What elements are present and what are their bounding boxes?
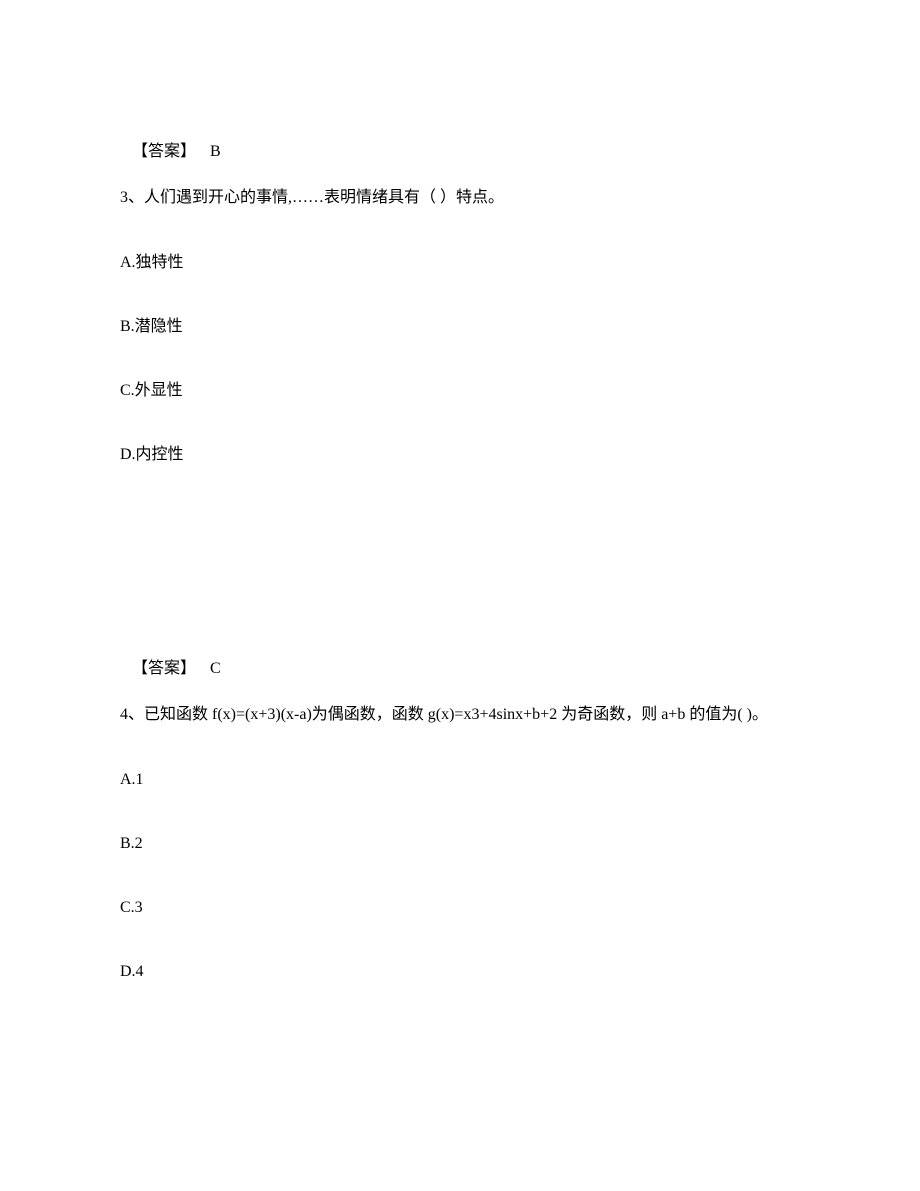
answer-label: 【答案】 — [132, 143, 196, 160]
question-4-text: 4、已知函数 f(x)=(x+3)(x-a)为偶函数，函数 g(x)=x3+4s… — [120, 701, 800, 728]
question-3-text: 3、人们遇到开心的事情,……表明情绪具有（ ）特点。 — [120, 184, 800, 211]
answer-value: C — [210, 660, 221, 677]
answer-value: B — [210, 143, 221, 160]
option-4-C: C.3 — [120, 896, 800, 920]
option-4-B: B.2 — [120, 832, 800, 856]
question-block-3: 【答案】 B 3、人们遇到开心的事情,……表明情绪具有（ ）特点。 A.独特性 … — [120, 140, 800, 467]
option-3-C: C.外显性 — [120, 379, 800, 403]
option-4-D: D.4 — [120, 960, 800, 984]
question-block-4: 【答案】 C 4、已知函数 f(x)=(x+3)(x-a)为偶函数，函数 g(x… — [120, 657, 800, 984]
option-4-A: A.1 — [120, 768, 800, 792]
option-3-B: B.潜隐性 — [120, 315, 800, 339]
answer-line-q3: 【答案】 C — [132, 657, 800, 681]
answer-label: 【答案】 — [132, 660, 196, 677]
option-3-A: A.独特性 — [120, 251, 800, 275]
answer-line-q2: 【答案】 B — [132, 140, 800, 164]
option-3-D: D.内控性 — [120, 443, 800, 467]
